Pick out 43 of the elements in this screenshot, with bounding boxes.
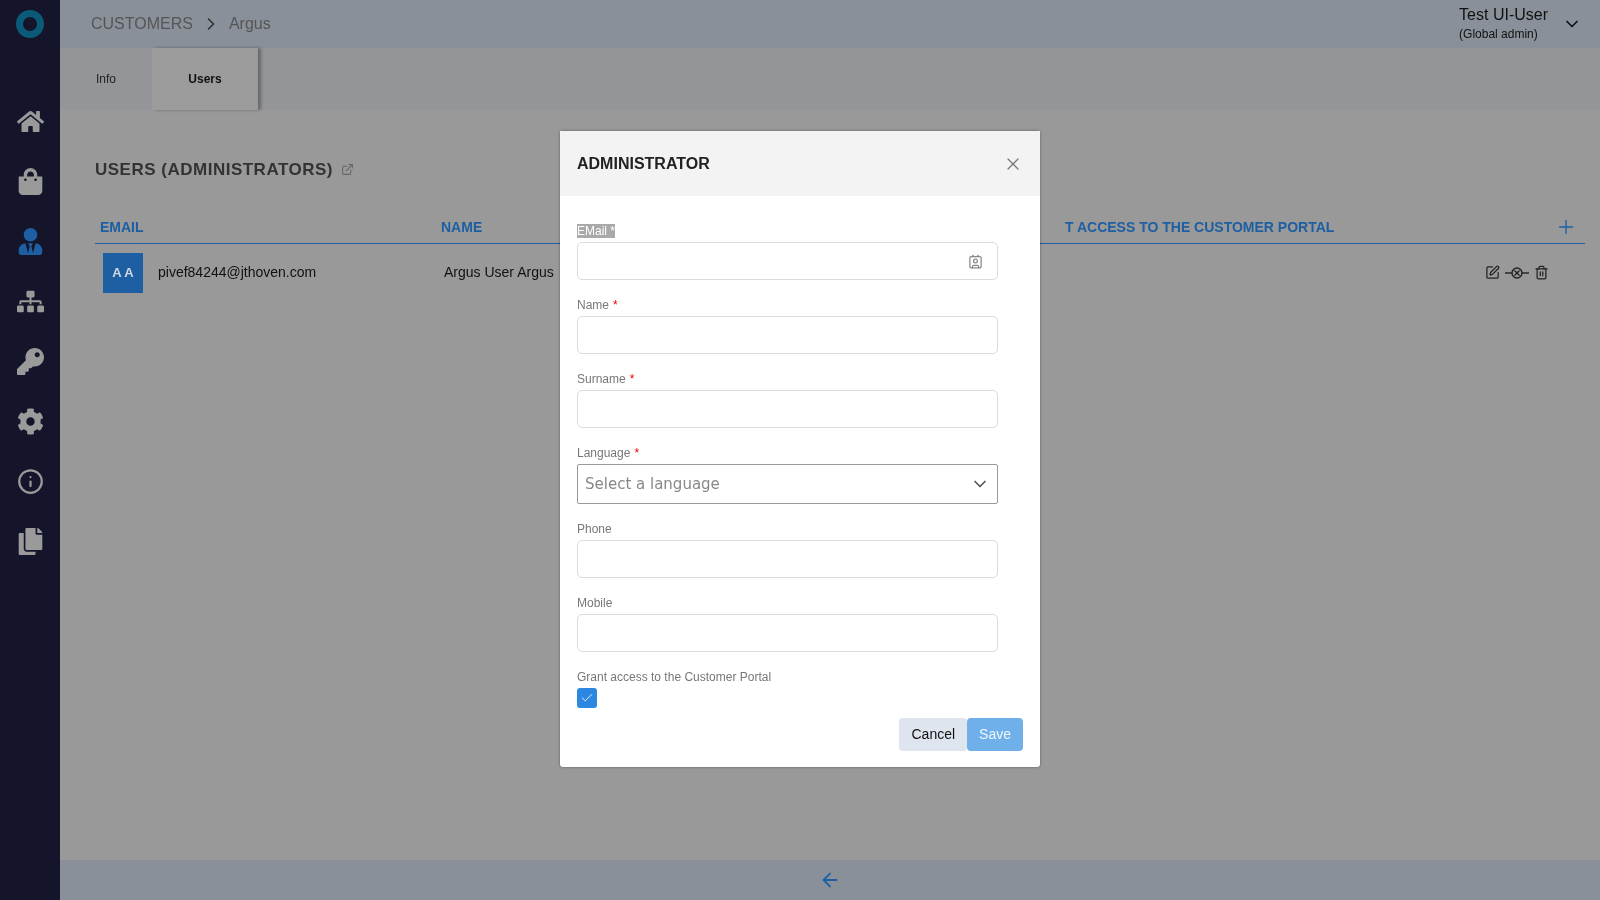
settings-icon[interactable] <box>16 407 44 435</box>
input-field[interactable] <box>577 390 998 428</box>
unlink-icon[interactable] <box>1504 265 1530 280</box>
column-header: NAME <box>441 218 483 235</box>
field-label: Name <box>577 298 609 312</box>
field-label: Grant access to the Customer Portal <box>577 670 772 684</box>
user-role: (Global admin) <box>1459 26 1539 43</box>
input-field[interactable] <box>577 316 998 354</box>
avatar: A A <box>103 252 143 293</box>
user-name: Test UI-User <box>1459 5 1548 25</box>
logo-icon <box>16 10 44 38</box>
field-label: Language <box>577 446 631 460</box>
tab[interactable]: Users <box>152 48 258 110</box>
field-label: EMail * <box>577 224 615 238</box>
trash-icon[interactable] <box>1534 265 1549 280</box>
required-mark: * <box>613 298 618 312</box>
input-field[interactable] <box>577 614 998 652</box>
table-cell-text: Argus User Argus <box>443 263 555 282</box>
input-field[interactable] <box>577 242 998 280</box>
checkbox[interactable] <box>577 688 597 708</box>
input-field[interactable] <box>577 540 998 578</box>
field-label: Mobile <box>577 596 613 610</box>
info-icon[interactable] <box>16 467 44 495</box>
column-header: EMAIL <box>99 217 145 237</box>
key-icon[interactable] <box>16 347 44 375</box>
language-select[interactable]: Select a language <box>577 464 998 504</box>
person-icon[interactable] <box>16 227 44 255</box>
checkmark-icon <box>580 691 594 705</box>
shopping-bag-icon[interactable] <box>16 167 44 195</box>
required-mark: * <box>629 372 635 386</box>
cancel-button[interactable]: Cancel <box>899 718 968 751</box>
breadcrumb-current: Argus <box>228 14 271 34</box>
tab[interactable]: Info <box>60 48 152 110</box>
contact-card-icon <box>968 253 983 269</box>
edit-icon[interactable] <box>1485 265 1500 280</box>
column-header: T ACCESS TO THE CUSTOMER PORTAL <box>1065 218 1335 235</box>
required-mark: * <box>634 446 640 460</box>
documents-icon[interactable] <box>16 527 44 555</box>
dialog-title: ADMINISTRATOR <box>577 153 710 174</box>
field-label: Surname <box>577 372 626 386</box>
field-label: Phone <box>577 522 612 536</box>
section-title: USERS (ADMINISTRATORS) <box>95 159 333 181</box>
table-cell-text: pivef84244@jthoven.com <box>158 263 317 282</box>
